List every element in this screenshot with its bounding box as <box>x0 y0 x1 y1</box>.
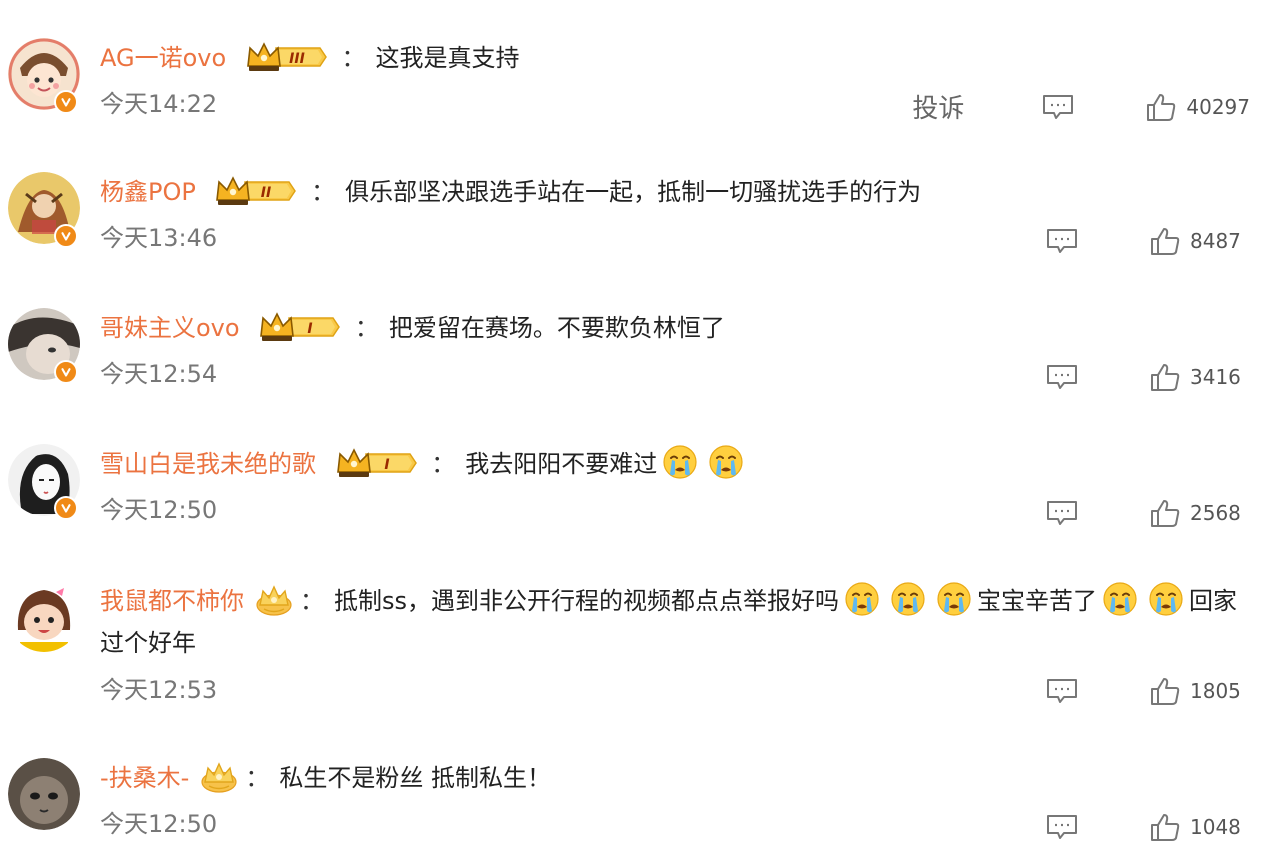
reply-comment-icon[interactable] <box>1046 364 1078 390</box>
like-count: 3416 <box>1190 365 1241 389</box>
crying-emoji-icon <box>708 444 744 480</box>
verified-badge-icon <box>54 496 78 520</box>
crying-emoji-icon <box>1148 581 1184 617</box>
crown-level-badge-icon: I <box>336 446 418 480</box>
reply-comment-icon[interactable] <box>1042 94 1074 120</box>
reply-comment-icon[interactable] <box>1046 228 1078 254</box>
report-button[interactable]: 投诉 <box>912 88 964 125</box>
crown-level-badge-icon: II <box>215 174 297 208</box>
comment-text: 俱乐部坚决跟选手站在一起，抵制一切骚扰选手的行为 <box>345 178 922 206</box>
username[interactable]: -扶桑木- <box>100 764 189 792</box>
verified-badge-icon <box>54 90 78 114</box>
svg-text:III: III <box>289 51 305 67</box>
crying-emoji-icon <box>662 444 698 480</box>
crown-level-badge-icon: III <box>246 40 328 74</box>
avatar[interactable] <box>8 580 80 652</box>
comment-text: 把爱留在赛场。不要欺负林恒了 <box>388 314 725 342</box>
reply-comment-icon[interactable] <box>1046 678 1078 704</box>
thumbs-up-icon[interactable] <box>1150 812 1180 842</box>
svg-text:I: I <box>308 321 313 337</box>
thumbs-up-icon[interactable] <box>1146 92 1176 122</box>
crown-level-badge-icon: I <box>259 310 341 344</box>
like-count: 1805 <box>1190 679 1241 703</box>
like-count: 8487 <box>1190 229 1241 253</box>
thumbs-up-icon[interactable] <box>1150 226 1180 256</box>
avatar[interactable] <box>8 758 80 830</box>
reply-comment-icon[interactable] <box>1046 814 1078 840</box>
thumbs-up-icon[interactable] <box>1150 362 1180 392</box>
reply-comment-icon[interactable] <box>1046 500 1078 526</box>
username[interactable]: 杨鑫POP <box>100 178 196 206</box>
crying-emoji-icon <box>890 581 926 617</box>
svg-text:II: II <box>261 185 271 201</box>
username[interactable]: AG一诺ovo <box>100 44 226 72</box>
thumbs-up-icon[interactable] <box>1150 676 1180 706</box>
verified-badge-icon <box>54 224 78 248</box>
like-count: 2568 <box>1190 501 1241 525</box>
thumbs-up-icon[interactable] <box>1150 498 1180 528</box>
comment-text: 宝宝辛苦了 <box>977 587 1098 615</box>
verified-badge-icon <box>54 360 78 384</box>
crying-emoji-icon <box>936 581 972 617</box>
comment-feed: AG一诺ovo III ：这我是真支持 今天14:22 投诉 40297 杨鑫P… <box>0 0 1282 856</box>
like-count: 40297 <box>1186 94 1250 119</box>
crown-member-icon <box>199 760 239 794</box>
crown-member-icon <box>254 583 294 617</box>
comment-text: 我去阳阳不要难过 <box>465 450 658 478</box>
comment-text: 私生不是粉丝 抵制私生！ <box>279 764 551 792</box>
svg-text:I: I <box>384 457 389 473</box>
like-count: 1048 <box>1190 815 1241 839</box>
crying-emoji-icon <box>1102 581 1138 617</box>
username[interactable]: 哥妹主义ovo <box>100 314 240 342</box>
username[interactable]: 雪山白是我未绝的歌 <box>100 450 316 478</box>
comment-text: 这我是真支持 <box>375 44 520 72</box>
comment-text: 抵制ss，遇到非公开行程的视频都点点举报好吗 <box>334 587 840 615</box>
crying-emoji-icon <box>844 581 880 617</box>
username[interactable]: 我鼠都不柿你 <box>100 587 244 615</box>
